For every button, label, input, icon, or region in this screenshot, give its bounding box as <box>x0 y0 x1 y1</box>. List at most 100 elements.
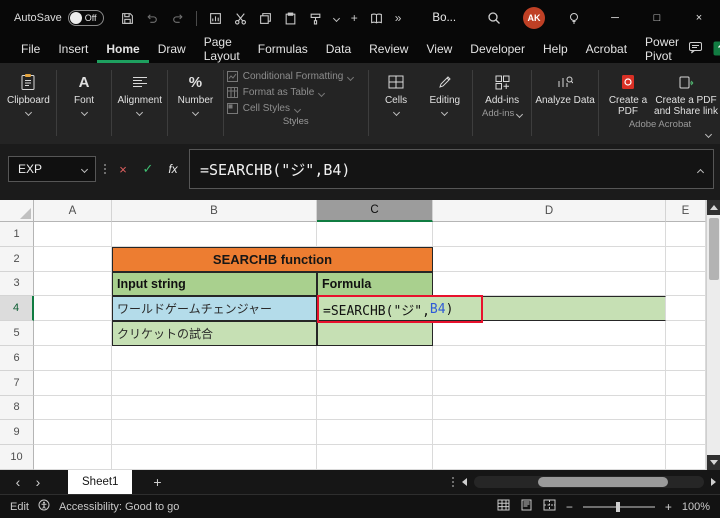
cell[interactable] <box>34 395 112 421</box>
cell[interactable] <box>317 420 433 446</box>
cell[interactable] <box>34 222 112 247</box>
cell[interactable] <box>112 445 317 470</box>
cell-input-2[interactable]: クリケットの試合 <box>112 321 317 346</box>
row-header-8[interactable]: 8 <box>0 395 34 421</box>
horizontal-scrollbar[interactable] <box>474 476 704 488</box>
cell[interactable] <box>666 296 706 322</box>
addins-button[interactable]: Add-ins <box>476 65 528 106</box>
name-box[interactable]: EXP <box>8 156 96 182</box>
paste-icon[interactable] <box>284 12 297 25</box>
page-break-view-icon[interactable] <box>543 499 556 514</box>
comments-icon[interactable] <box>688 41 703 58</box>
cell-input-1[interactable]: ワールドゲームチェンジャー <box>112 296 317 322</box>
select-all-button[interactable] <box>0 200 34 222</box>
row-header-1[interactable]: 1 <box>0 222 34 247</box>
scroll-right-icon[interactable] <box>711 478 716 486</box>
more-commands-icon[interactable]: » <box>395 11 402 25</box>
cut-icon[interactable] <box>234 12 247 25</box>
search-icon[interactable] <box>474 0 514 36</box>
share-icon[interactable] <box>713 41 720 59</box>
column-header-b[interactable]: B <box>112 200 317 222</box>
column-header-d[interactable]: D <box>433 200 666 222</box>
insert-function-button[interactable]: fx <box>164 162 182 176</box>
page-layout-view-icon[interactable] <box>520 499 533 514</box>
cell[interactable] <box>34 420 112 446</box>
cell[interactable] <box>433 271 666 297</box>
tab-developer[interactable]: Developer <box>461 37 534 63</box>
row-header-5[interactable]: 5 <box>0 321 34 346</box>
vertical-scrollbar[interactable] <box>706 200 720 470</box>
cell[interactable] <box>666 445 706 470</box>
scroll-down-icon[interactable] <box>706 455 720 470</box>
cell[interactable] <box>34 321 112 346</box>
zoom-slider[interactable] <box>582 501 655 512</box>
cell[interactable] <box>112 345 317 371</box>
tab-review[interactable]: Review <box>360 37 417 63</box>
cell[interactable] <box>112 395 317 421</box>
cell[interactable] <box>317 345 433 371</box>
cell-input-header[interactable]: Input string <box>112 271 317 297</box>
new-sheet-button[interactable]: + <box>148 474 166 490</box>
conditional-formatting-button[interactable]: Conditional Formatting <box>226 71 365 82</box>
cell[interactable] <box>112 370 317 396</box>
row-header-6[interactable]: 6 <box>0 345 34 371</box>
clipboard-group-button[interactable]: Clipboard <box>4 65 53 144</box>
normal-view-icon[interactable] <box>497 499 510 514</box>
accessibility-status[interactable]: Accessibility: Good to go <box>59 501 179 513</box>
tab-data[interactable]: Data <box>317 37 360 63</box>
cell-formula-empty[interactable] <box>317 321 433 346</box>
column-header-a[interactable]: A <box>34 200 112 222</box>
cell[interactable] <box>666 420 706 446</box>
vertical-scroll-thumb[interactable] <box>708 218 719 280</box>
cell[interactable] <box>433 321 666 346</box>
autosave-toggle[interactable]: AutoSave Off <box>14 10 104 26</box>
cell[interactable] <box>666 246 706 272</box>
horizontal-scroll-thumb[interactable] <box>538 477 668 487</box>
number-group-button[interactable]: % Number <box>171 65 220 144</box>
font-group-button[interactable]: A Font <box>60 65 109 144</box>
cells-group-button[interactable]: Cells <box>372 65 421 144</box>
zoom-out-button[interactable]: − <box>566 500 573 514</box>
redo-icon[interactable] <box>171 12 184 25</box>
prev-sheet-button[interactable]: ‹ <box>8 472 28 492</box>
cell-formula-header[interactable]: Formula <box>317 271 433 297</box>
cell-styles-button[interactable]: Cell Styles <box>226 103 365 114</box>
cell[interactable] <box>112 222 317 247</box>
cell[interactable] <box>666 370 706 396</box>
cell[interactable] <box>34 370 112 396</box>
cell[interactable] <box>433 345 666 371</box>
cell[interactable] <box>34 246 112 272</box>
cell[interactable] <box>433 395 666 421</box>
create-pdf-button[interactable]: Create a PDF <box>602 65 654 117</box>
tab-formulas[interactable]: Formulas <box>249 37 317 63</box>
row-header-3[interactable]: 3 <box>0 271 34 297</box>
formula-input[interactable]: =SEARCHB("ジ",B4) <box>189 149 714 189</box>
save-icon[interactable] <box>121 12 134 25</box>
column-header-c[interactable]: C <box>317 200 433 222</box>
cell[interactable] <box>433 246 666 272</box>
cell[interactable] <box>34 445 112 470</box>
cell[interactable] <box>112 420 317 446</box>
undo-icon[interactable] <box>146 12 159 25</box>
row-header-2[interactable]: 2 <box>0 246 34 272</box>
chevron-down-icon[interactable] <box>332 14 340 23</box>
format-painter-icon[interactable] <box>309 12 322 25</box>
editing-group-button[interactable]: Editing <box>420 65 469 144</box>
cell[interactable] <box>666 345 706 371</box>
zoom-slider-thumb[interactable] <box>615 501 620 512</box>
cell[interactable] <box>666 321 706 346</box>
format-as-table-button[interactable]: Format as Table <box>226 87 365 98</box>
cell-active-formula[interactable]: =SEARCHB("ジ", B4) <box>317 295 666 324</box>
row-header-9[interactable]: 9 <box>0 420 34 446</box>
cell[interactable] <box>317 395 433 421</box>
drag-handle-icon[interactable] <box>103 164 107 174</box>
minimize-button[interactable]: ─ <box>594 0 636 36</box>
tab-draw[interactable]: Draw <box>149 37 195 63</box>
cell[interactable] <box>433 445 666 470</box>
create-pdf-share-button[interactable]: Create a PDF and Share link <box>654 65 718 117</box>
cell[interactable] <box>666 395 706 421</box>
autosave-switch[interactable]: Off <box>67 10 104 26</box>
sheet-tab-sheet1[interactable]: Sheet1 <box>68 470 133 494</box>
row-header-7[interactable]: 7 <box>0 370 34 396</box>
tab-view[interactable]: View <box>417 37 461 63</box>
